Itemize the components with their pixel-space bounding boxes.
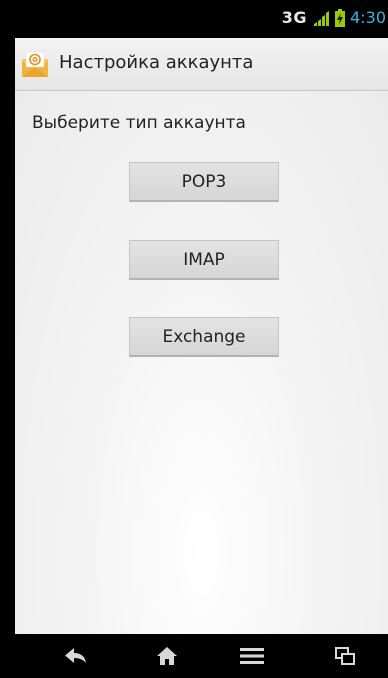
exchange-button[interactable]: Exchange [129,317,279,357]
clock: 4:30 [350,8,386,27]
network-type-label: 3G [281,8,308,27]
phone-screen: 3G 4:30 Настройка аккаунта Выберите тип … [15,0,388,678]
navigation-bar [15,634,388,678]
account-type-screen: Выберите тип аккаунта POP3 IMAP Exchange [15,91,388,634]
page-title: Настройка аккаунта [59,52,254,73]
account-type-prompt: Выберите тип аккаунта [32,113,246,133]
email-app-icon[interactable] [21,50,49,78]
signal-icon [312,10,330,26]
recent-apps-icon[interactable] [325,642,365,670]
pop3-button[interactable]: POP3 [129,162,279,202]
imap-button[interactable]: IMAP [129,240,279,280]
back-icon[interactable] [56,642,96,670]
menu-icon[interactable] [232,642,272,670]
battery-icon [335,8,346,27]
home-icon[interactable] [147,642,187,670]
status-bar: 3G 4:30 [15,0,388,38]
action-bar: Настройка аккаунта [15,38,388,91]
status-indicators: 3G 4:30 [282,8,386,27]
